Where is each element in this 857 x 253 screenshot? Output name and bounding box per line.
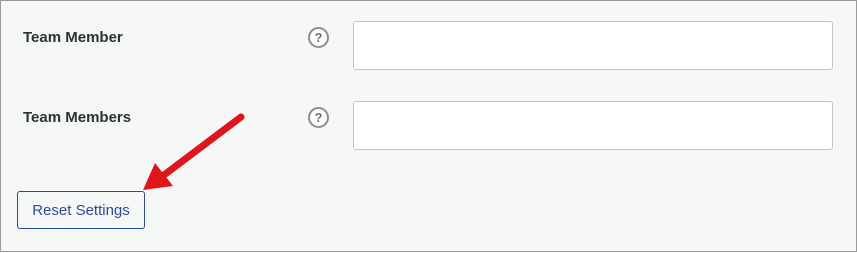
team-members-row: Team Members ?: [1, 99, 856, 159]
team-member-row: Team Member ?: [1, 19, 856, 79]
team-members-label: Team Members: [23, 109, 132, 126]
team-member-field[interactable]: [353, 21, 833, 70]
team-members-field[interactable]: [353, 101, 833, 150]
reset-settings-button[interactable]: Reset Settings: [17, 191, 145, 229]
settings-panel: Team Member ? Team Members ? Reset Setti…: [0, 0, 857, 252]
team-member-label: Team Member: [23, 29, 123, 46]
help-icon[interactable]: ?: [308, 107, 329, 128]
help-icon[interactable]: ?: [308, 27, 329, 48]
arrow-head: [143, 163, 173, 190]
